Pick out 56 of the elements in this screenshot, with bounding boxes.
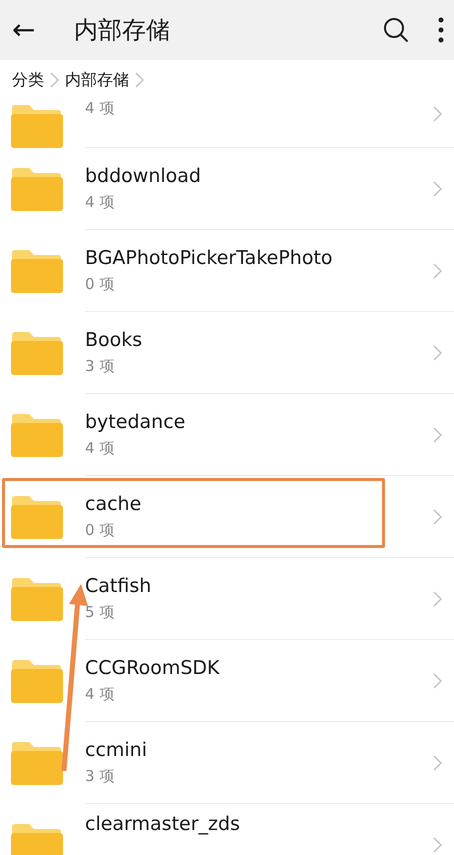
folder-row[interactable]: 4 项 [0, 100, 454, 148]
folder-row[interactable]: clearmaster_zds [0, 804, 454, 855]
folder-name: clearmaster_zds [85, 812, 240, 834]
item-count: 5 项 [85, 603, 114, 622]
folder-row[interactable]: ccmini 3 项 [0, 722, 454, 804]
folder-icon [10, 331, 63, 375]
folder-row[interactable]: CCGRoomSDK 4 项 [0, 640, 454, 722]
item-count: 0 项 [85, 275, 114, 294]
chevron-icon [433, 509, 442, 525]
folder-name: bddownload [85, 165, 201, 187]
item-count: 3 项 [85, 357, 114, 376]
chevron-icon [433, 837, 442, 853]
chevron-icon [433, 755, 442, 771]
folder-row[interactable]: bytedance 4 项 [0, 394, 454, 476]
folder-row[interactable]: Books 3 项 [0, 312, 454, 394]
folder-name: Books [85, 329, 142, 351]
folder-icon [10, 167, 63, 211]
folder-row[interactable]: cache 0 项 [0, 476, 454, 558]
folder-name: cache [85, 493, 142, 515]
search-icon[interactable] [382, 16, 410, 44]
item-count: 4 项 [85, 439, 114, 458]
item-count: 0 项 [85, 521, 114, 540]
chevron-icon [433, 591, 442, 607]
folder-name: BGAPhotoPickerTakePhoto [85, 247, 333, 269]
folder-name: bytedance [85, 411, 186, 433]
item-count: 4 项 [85, 193, 114, 212]
folder-row[interactable]: BGAPhotoPickerTakePhoto 0 项 [0, 230, 454, 312]
more-icon[interactable] [438, 17, 444, 43]
chevron-icon [433, 345, 442, 361]
folder-row[interactable]: Catfish 5 项 [0, 558, 454, 640]
item-count: 4 项 [85, 100, 114, 118]
chevron-icon [433, 263, 442, 279]
chevron-icon [433, 106, 442, 122]
folder-icon [10, 823, 63, 855]
chevron-icon [433, 181, 442, 197]
back-button[interactable]: ← [12, 16, 52, 44]
item-count: 4 项 [85, 685, 114, 704]
chevron-icon [433, 427, 442, 443]
folder-name: ccmini [85, 739, 148, 761]
breadcrumb-item[interactable]: 分类 [12, 70, 44, 90]
item-count: 3 项 [85, 767, 114, 786]
chevron-icon [50, 72, 59, 88]
folder-name: Catfish [85, 575, 152, 597]
folder-icon [10, 249, 63, 293]
chevron-icon [433, 673, 442, 689]
folder-icon [10, 659, 63, 703]
folder-icon [10, 741, 63, 785]
folder-icon [10, 104, 63, 148]
breadcrumb-item[interactable]: 内部存储 [65, 70, 129, 90]
page-title: 内部存储 [74, 15, 171, 46]
folder-name: CCGRoomSDK [85, 657, 220, 679]
chevron-icon [135, 72, 144, 88]
folder-icon [10, 413, 63, 457]
folder-icon [10, 577, 63, 621]
folder-row[interactable]: bddownload 4 项 [0, 148, 454, 230]
folder-icon [10, 495, 63, 539]
